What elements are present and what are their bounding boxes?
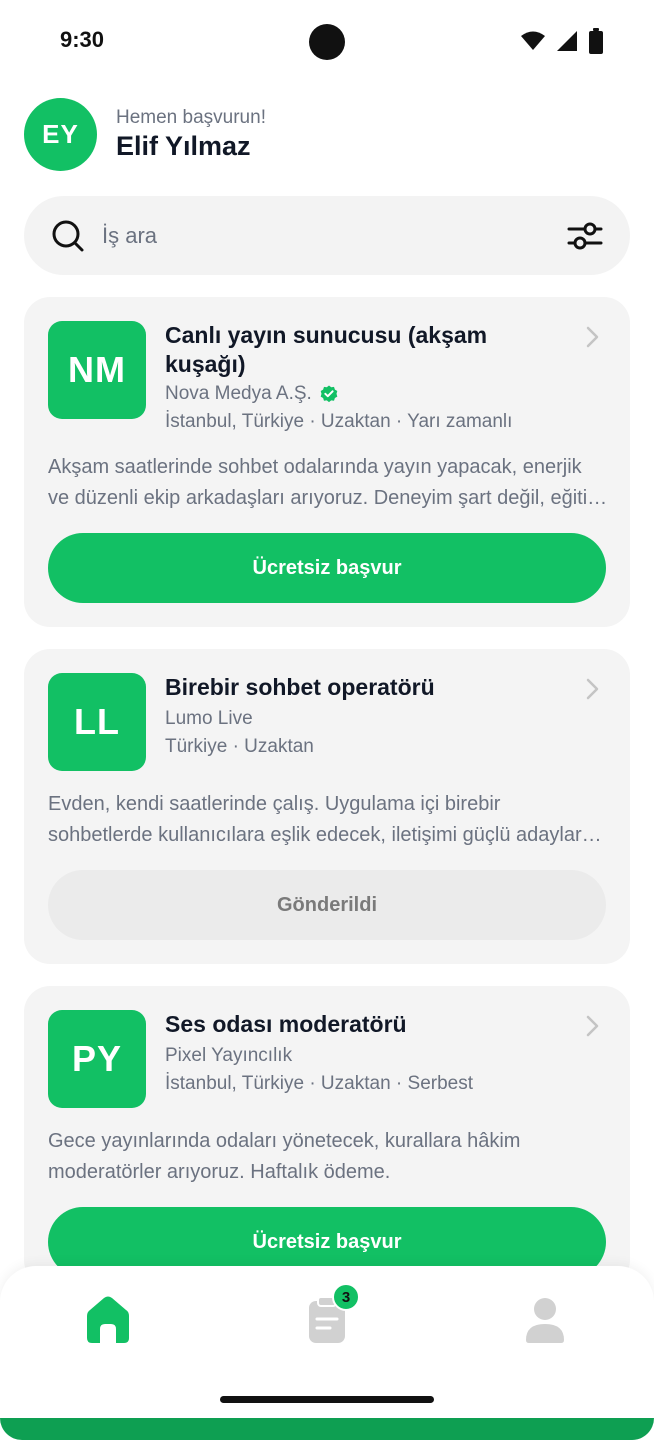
company-logo: LL: [48, 673, 146, 771]
job-title: Birebir sohbet operatörü: [165, 674, 435, 700]
nav-home[interactable]: [78, 1290, 138, 1350]
company-logo: NM: [48, 321, 146, 419]
nav-profile[interactable]: [515, 1290, 575, 1350]
cellular-signal-icon: [557, 31, 577, 51]
user-name: Elif Yılmaz: [116, 131, 251, 161]
company-name: Nova Medya A.Ş.: [165, 383, 312, 404]
avatar[interactable]: EY: [24, 98, 97, 171]
company-row: Nova Medya A.Ş.: [165, 383, 338, 405]
profile-header: EY Hemen başvurun! Elif Yılmaz: [24, 98, 630, 172]
front-camera: [309, 24, 345, 60]
company-name: Lumo Live: [165, 708, 253, 729]
job-card[interactable]: PY Ses odası moderatörü Pixel Yayıncılık…: [24, 986, 630, 1286]
greeting-text: Hemen başvurun!: [116, 107, 266, 128]
wifi-icon: [521, 31, 545, 50]
job-description: Gece yayınlarında odaları yönetecek, kur…: [48, 1130, 521, 1183]
chevron-right-icon[interactable]: [582, 325, 602, 349]
company-logo: PY: [48, 1010, 146, 1108]
home-icon: [87, 1296, 129, 1343]
job-meta: İstanbul, Türkiye · Uzaktan · Serbest: [165, 1073, 473, 1094]
status-time: 9:30: [60, 27, 105, 52]
home-indicator[interactable]: [220, 1396, 434, 1403]
notification-badge: 3: [332, 1283, 360, 1311]
search-input[interactable]: [102, 216, 532, 256]
job-meta: Türkiye · Uzaktan: [165, 736, 314, 757]
job-description: Evden, kendi saatlerinde çalış. Uygulama…: [48, 793, 582, 846]
company-name: Pixel Yayıncılık: [165, 1045, 293, 1066]
search-icon: [52, 220, 84, 252]
profile-icon: [526, 1298, 564, 1343]
chevron-right-icon[interactable]: [582, 1014, 602, 1038]
company-row: Pixel Yayıncılık: [165, 1045, 292, 1067]
sent-status-button: Gönderildi: [48, 870, 606, 940]
job-card[interactable]: LL Birebir sohbet operatörü Lumo Live Tü…: [24, 649, 630, 964]
apply-button[interactable]: Ücretsiz başvur: [48, 533, 606, 603]
job-description: Akşam saatlerinde sohbet odalarında yayı…: [48, 456, 604, 509]
search-bar: [24, 196, 630, 275]
chevron-right-icon[interactable]: [582, 677, 602, 701]
verified-badge-icon: [320, 385, 338, 403]
battery-icon: [589, 28, 603, 54]
status-icons: [520, 28, 604, 54]
status-bar: 9:30: [0, 0, 654, 84]
job-title: Canlı yayın sunucusu (akşam kuşağı): [165, 322, 488, 377]
job-card[interactable]: NM Canlı yayın sunucusu (akşam kuşağı) N…: [24, 297, 630, 627]
job-meta: İstanbul, Türkiye · Uzaktan · Yarı zaman…: [165, 411, 513, 432]
device-bottom-edge: [0, 1418, 654, 1440]
filter-icon[interactable]: [565, 217, 605, 255]
job-title: Ses odası moderatörü: [165, 1011, 407, 1037]
company-row: Lumo Live: [165, 708, 253, 730]
